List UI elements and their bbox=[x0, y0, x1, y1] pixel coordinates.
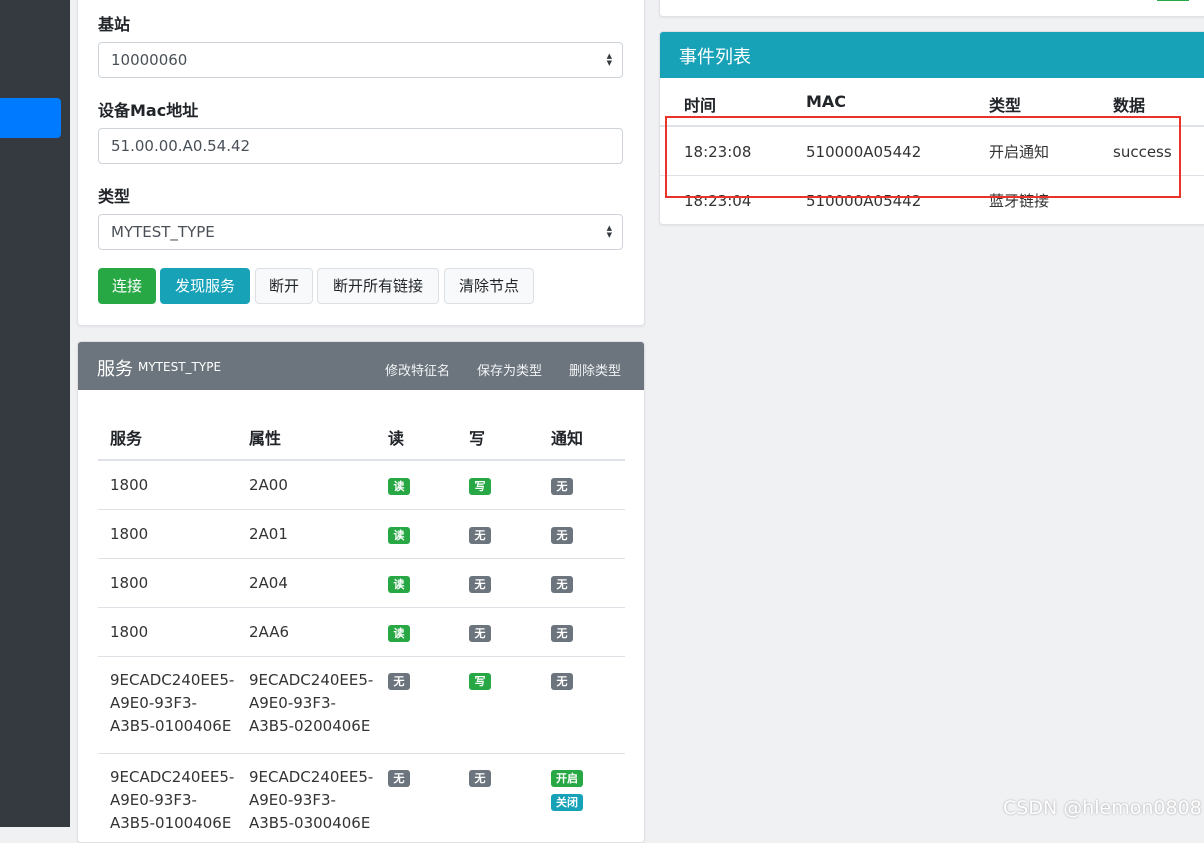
col-header-property: 属性 bbox=[249, 429, 282, 448]
service-line: A3B5-0100406E bbox=[110, 717, 232, 735]
rename-characteristic-link[interactable]: 修改特征名 bbox=[385, 360, 450, 379]
notify-on-badge[interactable]: 开启 bbox=[551, 770, 583, 787]
type-value: MYTEST_TYPE bbox=[111, 223, 215, 241]
watermark: CSDN @hlemon0808 bbox=[1003, 797, 1202, 819]
select-caret-icon: ▲ ▼ bbox=[606, 224, 612, 239]
property-line: A9E0-93F3- bbox=[249, 791, 336, 809]
mac-value: 51.00.00.A0.54.42 bbox=[111, 137, 251, 155]
type-label: 类型 bbox=[98, 187, 131, 206]
read-badge: 无 bbox=[388, 673, 410, 690]
disconnect-all-button[interactable]: 断开所有链接 bbox=[317, 268, 439, 304]
col-header-read: 读 bbox=[388, 429, 405, 448]
disconnect-button[interactable]: 断开 bbox=[255, 268, 313, 304]
connection-form-card: 基站 10000060 ▲ ▼ 设备Mac地址 51.00.00.A0.54.42… bbox=[77, 0, 645, 326]
write-badge: 无 bbox=[469, 576, 491, 593]
discover-services-button[interactable]: 发现服务 bbox=[160, 268, 250, 304]
connect-button[interactable]: 连接 bbox=[98, 268, 156, 304]
read-badge[interactable]: 读 bbox=[388, 576, 410, 593]
mac-label: 设备Mac地址 bbox=[98, 101, 199, 120]
property-line: 9ECADC240EE5- bbox=[249, 671, 374, 689]
station-value: 10000060 bbox=[111, 51, 188, 69]
services-type-name: MYTEST_TYPE bbox=[138, 360, 222, 374]
service-line: A3B5-0100406E bbox=[110, 814, 232, 832]
service-cell: 9ECADC240EE5- A9E0-93F3- A3B5-0100406E bbox=[110, 669, 234, 738]
services-card: 服务 MYTEST_TYPE 修改特征名 保存为类型 删除类型 服务 属性 读 … bbox=[77, 341, 645, 843]
top-right-card bbox=[659, 0, 1204, 17]
service-cell: 1800 bbox=[110, 574, 149, 592]
property-cell: 9ECADC240EE5- A9E0-93F3- A3B5-0200406E bbox=[249, 669, 373, 738]
property-line: 9ECADC240EE5- bbox=[249, 768, 374, 786]
property-cell: 9ECADC240EE5- A9E0-93F3- A3B5-0300406E bbox=[249, 766, 373, 835]
sidebar bbox=[0, 0, 70, 827]
services-title: 服务 bbox=[97, 359, 133, 380]
property-line: A3B5-0200406E bbox=[249, 717, 371, 735]
station-label: 基站 bbox=[98, 15, 131, 34]
write-badge[interactable]: 写 bbox=[469, 673, 491, 690]
station-select[interactable]: 10000060 ▲ ▼ bbox=[98, 42, 623, 78]
notify-badge: 无 bbox=[551, 478, 573, 495]
type-select[interactable]: MYTEST_TYPE ▲ ▼ bbox=[98, 214, 623, 250]
read-badge[interactable]: 读 bbox=[388, 478, 410, 495]
highlight-annotation bbox=[665, 116, 1181, 198]
notify-off-badge[interactable]: 关闭 bbox=[551, 794, 583, 811]
col-header-notify: 通知 bbox=[551, 429, 584, 448]
table-header-divider bbox=[98, 459, 625, 461]
property-cell: 2A01 bbox=[249, 525, 288, 543]
save-as-type-link[interactable]: 保存为类型 bbox=[477, 360, 542, 379]
service-line: 9ECADC240EE5- bbox=[110, 768, 235, 786]
notify-badge: 无 bbox=[551, 673, 573, 690]
row-divider bbox=[98, 509, 625, 510]
select-caret-icon: ▲ ▼ bbox=[606, 52, 612, 67]
write-badge: 无 bbox=[469, 625, 491, 642]
delete-type-link[interactable]: 删除类型 bbox=[569, 360, 621, 379]
notify-badge: 无 bbox=[551, 576, 573, 593]
clear-nodes-button[interactable]: 清除节点 bbox=[444, 268, 534, 304]
row-divider bbox=[98, 607, 625, 608]
mac-input[interactable]: 51.00.00.A0.54.42 bbox=[98, 128, 623, 164]
row-divider bbox=[98, 656, 625, 657]
property-cell: 2AA6 bbox=[249, 623, 290, 641]
property-cell: 2A00 bbox=[249, 476, 288, 494]
sidebar-active-item[interactable] bbox=[0, 98, 61, 138]
service-cell: 1800 bbox=[110, 623, 149, 641]
read-badge[interactable]: 读 bbox=[388, 625, 410, 642]
property-line: A9E0-93F3- bbox=[249, 694, 336, 712]
row-divider bbox=[98, 753, 625, 754]
property-cell: 2A04 bbox=[249, 574, 288, 592]
service-cell: 9ECADC240EE5- A9E0-93F3- A3B5-0100406E bbox=[110, 766, 234, 835]
notify-badge: 无 bbox=[551, 625, 573, 642]
write-badge: 无 bbox=[469, 527, 491, 544]
service-line: A9E0-93F3- bbox=[110, 694, 197, 712]
property-line: A3B5-0300406E bbox=[249, 814, 371, 832]
notify-badge: 无 bbox=[551, 527, 573, 544]
service-cell: 1800 bbox=[110, 476, 149, 494]
service-line: 9ECADC240EE5- bbox=[110, 671, 235, 689]
read-badge: 无 bbox=[388, 770, 410, 787]
services-header: 服务 MYTEST_TYPE 修改特征名 保存为类型 删除类型 bbox=[78, 342, 644, 390]
status-indicator bbox=[1157, 0, 1189, 1]
read-badge[interactable]: 读 bbox=[388, 527, 410, 544]
write-badge[interactable]: 写 bbox=[469, 478, 491, 495]
col-header-service: 服务 bbox=[110, 429, 143, 448]
service-cell: 1800 bbox=[110, 525, 149, 543]
col-header-write: 写 bbox=[469, 429, 486, 448]
row-divider bbox=[98, 558, 625, 559]
service-line: A9E0-93F3- bbox=[110, 791, 197, 809]
write-badge: 无 bbox=[469, 770, 491, 787]
